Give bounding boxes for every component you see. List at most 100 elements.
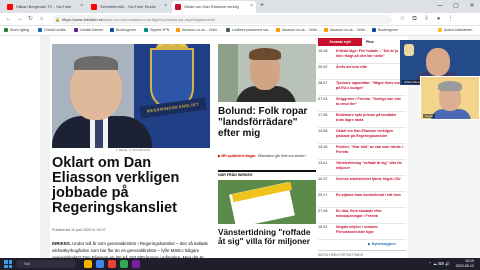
news-time: 09:42: [318, 65, 328, 69]
news-time: 17:35: [318, 113, 328, 117]
news-headline: Oklart om Dan Eliasson verkligen jobbade…: [336, 129, 394, 138]
bookmark-icon: [74, 28, 78, 32]
tab-label: Håkan Bergmark TV - YouTube: [16, 4, 72, 9]
extensions-icon[interactable]: ⧉: [410, 15, 419, 24]
news-time: 13:41: [318, 161, 328, 165]
news-item[interactable]: 15:31 Illegala miljöer i senaste: Försvar…: [318, 224, 406, 240]
tab-label: Svensktemöð - YouTube Studio: [100, 4, 156, 9]
reload-icon[interactable]: ↻: [26, 15, 35, 24]
news-headline: Ex-stjärna fram kontrollerad i sitt hem: [336, 193, 401, 197]
news-time: 14:16: [318, 145, 328, 149]
address-bar[interactable]: 🔒 https://www.fokidder.se/oklart-om-dan-…: [52, 15, 392, 24]
browser-tab-1[interactable]: Svensktemöð - YouTube Studio ×: [88, 1, 170, 13]
news-headline: En död, flera skadade efter masskjutning…: [336, 209, 382, 218]
maximize-button[interactable]: ▢: [448, 0, 464, 13]
download-icon[interactable]: ⇩: [422, 15, 431, 24]
bookmark-item[interactable]: Utmää Games: [74, 28, 103, 32]
url-domain: https://www.fokidder.se: [62, 17, 103, 22]
bookmark-item[interactable]: Amazon.co.uk – Onlin…: [324, 28, 369, 32]
folder-icon: [438, 28, 442, 32]
bookmark-item[interactable]: Sipplet VPN: [144, 28, 169, 32]
news-item[interactable]: 17:35 Bedömare spår prisras på bostäder t…: [318, 112, 406, 128]
app-icon[interactable]: [120, 260, 128, 268]
secondary-headline[interactable]: Bolund: Folk ropar "landsförrädare" efte…: [218, 106, 316, 139]
article-published: Publicerad 11 juni 2023 kl 15.07: [52, 228, 106, 232]
news-item[interactable]: 14:58 Oklart om Dan Eliasson verkligen jo…: [318, 128, 406, 144]
url-path: /oklart-om-dan-eliasson-verkligen-jobbad…: [102, 17, 215, 22]
news-item[interactable]: 07:48 En död, flera skadade efter masskju…: [318, 208, 406, 224]
youtube-icon[interactable]: [108, 260, 116, 268]
news-time: 09:17: [318, 193, 328, 197]
news-headline: Illegala miljöer i senaste: Försvarsmini…: [336, 225, 379, 234]
more-news-link[interactable]: ▶ Nyhetsdygnet: [368, 242, 396, 246]
browser-tab-0[interactable]: Håkan Bergmark TV - YouTube ×: [4, 1, 86, 13]
tertiary-headline[interactable]: Vänstertidning "roffade åt sig" villa fö…: [218, 228, 316, 246]
section-label: NÄR FRÅN INRIKES: [218, 170, 316, 178]
image-credit: © MEJE, TT BILDBYRÅN: [115, 148, 150, 152]
news-item[interactable]: 07:24 Striggrmer i Ferreta: "Sverige kan …: [318, 96, 406, 112]
tab-close-icon[interactable]: ×: [250, 3, 253, 9]
bookmark-item[interactable]: Leaflexx password ma…: [226, 28, 271, 32]
news-headline: Tjockare upparättar: "Något finns med på…: [336, 81, 402, 90]
bookmark-item[interactable]: CheckCredits: [38, 28, 66, 32]
news-item[interactable]: 09:42 Årets avrivna villa: [318, 64, 406, 80]
taskbar: Sök ⌃ ☁ ⌨ 🔊 15:19 2023-06-12: [0, 258, 480, 270]
youtube-favicon-icon: [7, 4, 13, 10]
menu-icon[interactable]: ⋮: [446, 15, 455, 24]
article-headline[interactable]: Oklart om Dan Eliasson verkligen jobbade…: [52, 156, 212, 216]
browser-tab-2[interactable]: Oklart om Dan Eliasson verklig ×: [172, 1, 256, 13]
minimize-button[interactable]: —: [432, 0, 448, 13]
news-item[interactable]: 08:57 Tjockare upparättar: "Något finns m…: [318, 80, 406, 96]
bookmark-item[interactable]: Andra bokmärken: [438, 28, 472, 32]
taskbar-clock[interactable]: 15:19 2023-06-12: [456, 259, 474, 269]
news-item[interactable]: 13:41 Vänstertidning "roffade åt sig" vil…: [318, 160, 406, 176]
news-headline: Bedömare spår prisras på bostäder trots …: [336, 113, 397, 122]
bookmark-item[interactable]: Bookingcom: [372, 28, 398, 32]
tab-senaste[interactable]: Senaste nytt: [318, 38, 362, 46]
tab-label: Oklart om Dan Eliasson verklig: [184, 4, 239, 9]
news-headline: Polisen: "Klar bild" av vad som hände i …: [336, 145, 403, 154]
news-item[interactable]: 15:18 Kritiskt läge: Fler hotade – "Det ä…: [318, 48, 406, 64]
forward-icon[interactable]: →: [15, 15, 24, 24]
back-icon[interactable]: ←: [4, 15, 13, 24]
taskbar-search[interactable]: Sök: [16, 260, 76, 268]
app-icon[interactable]: [132, 260, 140, 268]
youtube-favicon-icon: [91, 4, 97, 10]
file-explorer-icon[interactable]: [84, 260, 92, 268]
windows-start-icon[interactable]: [4, 260, 12, 268]
tab-close-icon[interactable]: ×: [80, 3, 83, 9]
new-tab-button[interactable]: +: [260, 2, 264, 9]
bookmark-item[interactable]: Amazon.co.uk – Onlin…: [176, 28, 221, 32]
bookmark-item[interactable]: Amazon.co.uk – Onlin…: [276, 28, 321, 32]
profile-icon[interactable]: ●: [434, 15, 443, 24]
bookmark-item[interactable]: Bookingcom: [110, 28, 136, 32]
browser-tab-bar: Håkan Bergmark TV - YouTube × Svensktemö…: [0, 0, 480, 13]
ballot-image[interactable]: [218, 180, 316, 224]
window-controls: — ▢ ✕: [432, 0, 480, 13]
bookmark-icon: [38, 28, 42, 32]
bookmark-icon: [144, 28, 148, 32]
bookmarks-bar: Alven Igång CheckCredits Utmää Games Boo…: [0, 26, 480, 36]
system-tray[interactable]: ⌃ ☁ ⌨ 🔊: [429, 261, 450, 266]
news-headline: Striggrmer i Ferreta: "Sverige kan inte …: [336, 97, 402, 106]
article-hero-image[interactable]: REGERINGSKANSLIET: [52, 44, 210, 148]
chrome-icon[interactable]: [96, 260, 104, 268]
panel-footer: BÄSTA FRÅN FORTSÄTTNING: [318, 250, 406, 258]
tab-close-icon[interactable]: ×: [164, 3, 167, 9]
bookmark-icon: [226, 28, 230, 32]
news-item[interactable]: 14:16 Polisen: "Klar bild" av vad som hän…: [318, 144, 406, 160]
news-headline: Årets avrivna villa: [336, 65, 367, 69]
star-icon[interactable]: ☆: [398, 15, 407, 24]
home-icon[interactable]: ⌂: [37, 15, 46, 24]
bookmark-icon: [110, 28, 114, 32]
bolund-image[interactable]: [218, 44, 316, 102]
news-headline: Svensk arbetslöshet fjärde högst i EU: [336, 177, 401, 181]
news-time: 15:18: [318, 49, 328, 53]
article-lead: INRIKES. Under två år som generaldirektö…: [52, 240, 214, 258]
news-time: 10:37: [318, 177, 328, 181]
bookmark-item[interactable]: Alven Igång: [4, 28, 29, 32]
bookmark-icon: [176, 28, 180, 32]
close-window-button[interactable]: ✕: [464, 0, 480, 13]
news-item[interactable]: 10:37 Svensk arbetslöshet fjärde högst i …: [318, 176, 406, 192]
news-item[interactable]: 09:17 Ex-stjärna fram kontrollerad i sitt…: [318, 192, 406, 208]
